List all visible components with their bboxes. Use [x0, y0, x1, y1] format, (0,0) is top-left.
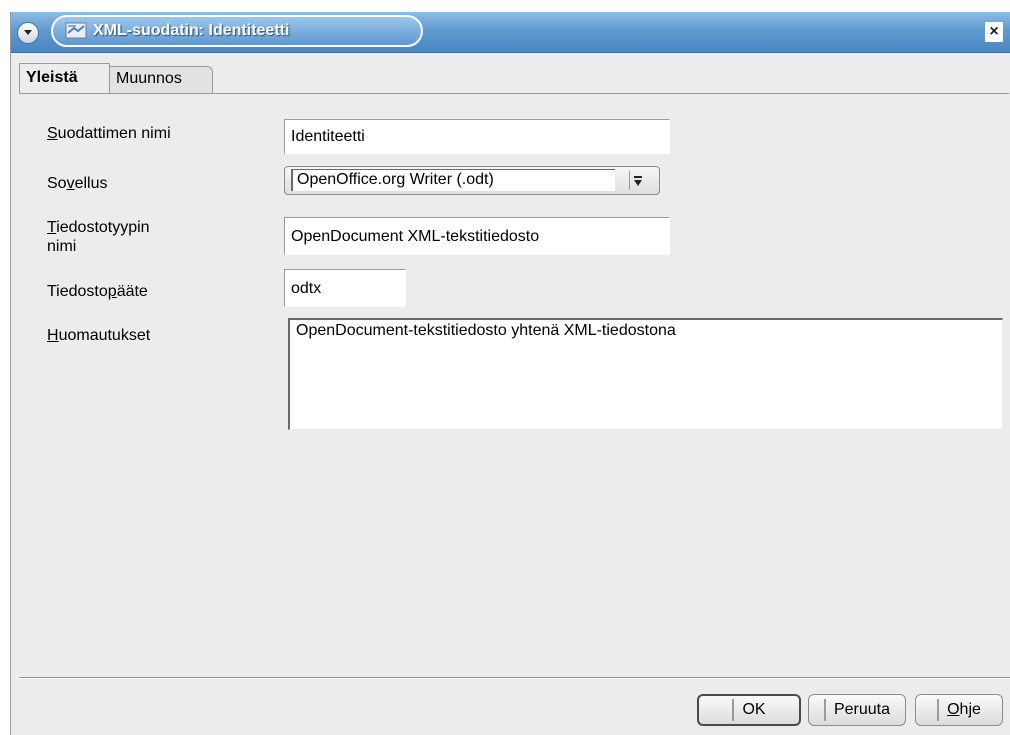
file-type-name-input[interactable]: OpenDocument XML-tekstitiedosto [284, 217, 670, 255]
window-menu-button[interactable] [17, 22, 39, 44]
help-button-label: Ohje [937, 699, 981, 721]
file-extension-input[interactable]: odtx [284, 269, 406, 307]
filter-settings-icon [65, 22, 87, 39]
comments-label: Huomautukset [47, 327, 151, 344]
application-label: Sovellus [47, 175, 108, 192]
cancel-button[interactable]: Peruuta [808, 694, 906, 726]
dialog-window: XML-suodatin: Identiteetti × Yleistä Muu… [10, 12, 1010, 735]
file-extension-label: Tiedostopääte [47, 283, 148, 300]
application-select[interactable]: OpenOffice.org Writer (.odt) [284, 166, 660, 195]
comments-textarea[interactable]: OpenDocument-tekstitiedosto yhtenä XML-t… [288, 318, 1003, 430]
ok-button-label: OK [732, 699, 766, 721]
button-separator [19, 677, 1010, 679]
window-title: XML-suodatin: Identiteetti [93, 22, 290, 39]
cancel-button-label: Peruuta [823, 699, 890, 721]
tab-transformation-label: Muunnos [116, 70, 182, 87]
filter-name-label: Suodattimen nimi [47, 125, 171, 142]
ok-button[interactable]: OK [697, 694, 801, 726]
filter-name-input[interactable]: Identiteetti [284, 119, 670, 154]
file-type-name-label: Tiedostotyypin nimi [47, 219, 150, 255]
dropdown-arrow-icon[interactable] [629, 171, 646, 190]
help-button[interactable]: Ohje [915, 694, 1003, 726]
application-select-value: OpenOffice.org Writer (.odt) [291, 169, 615, 191]
title-bar[interactable]: XML-suodatin: Identiteetti × [11, 12, 1010, 53]
chevron-down-icon [24, 30, 32, 35]
tab-general-label: Yleistä [26, 69, 78, 86]
close-icon: × [989, 23, 999, 40]
tab-general[interactable]: Yleistä [19, 63, 110, 93]
title-pill: XML-suodatin: Identiteetti [51, 15, 423, 47]
tab-transformation[interactable]: Muunnos [110, 66, 213, 93]
close-button[interactable]: × [985, 22, 1003, 42]
